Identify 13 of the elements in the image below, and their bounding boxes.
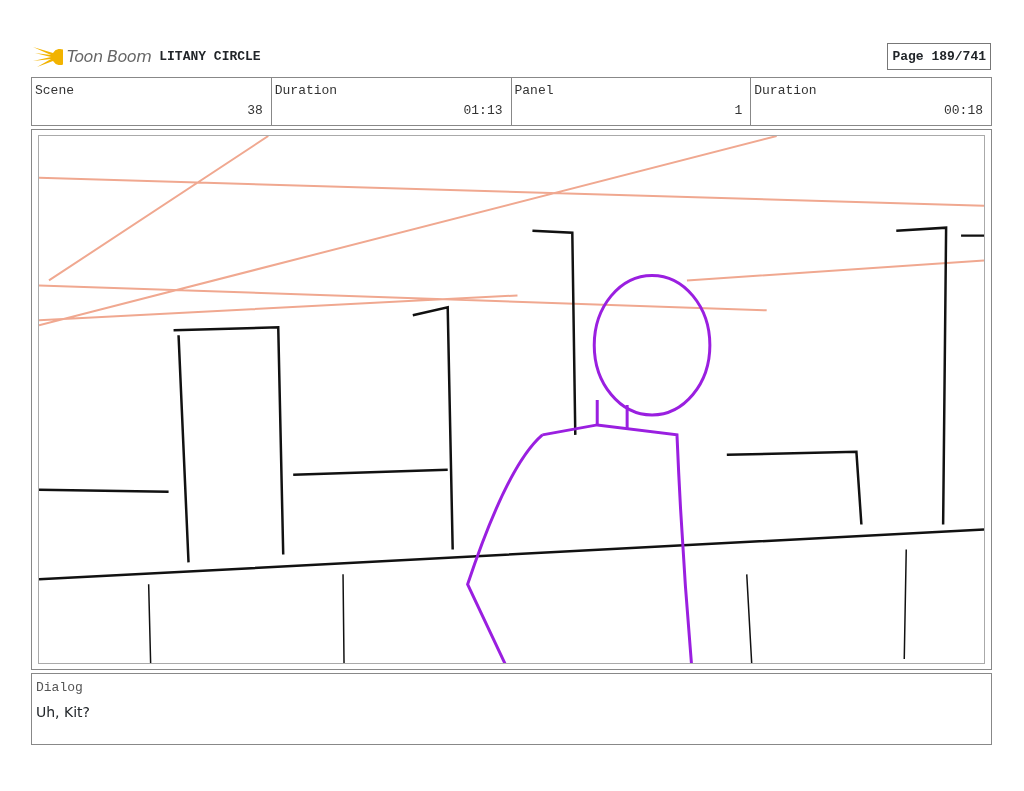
field-label: Panel (514, 82, 555, 100)
dialog-label: Dialog (36, 679, 84, 697)
field-value: 00:18 (944, 101, 983, 120)
field-label: Scene (35, 82, 75, 100)
project-title: LITANY CIRCLE (159, 47, 261, 66)
field-value: 1 (734, 101, 743, 120)
page-number: Page 189/741 (887, 42, 991, 71)
logo-text: Toon Boom (67, 45, 152, 68)
field-value: 01:13 (463, 101, 503, 120)
field-label: Duration (274, 82, 339, 100)
field-value: 38 (247, 101, 263, 120)
field-label: Duration (754, 82, 818, 100)
dialog-text: Uh, Kit? (36, 702, 91, 722)
